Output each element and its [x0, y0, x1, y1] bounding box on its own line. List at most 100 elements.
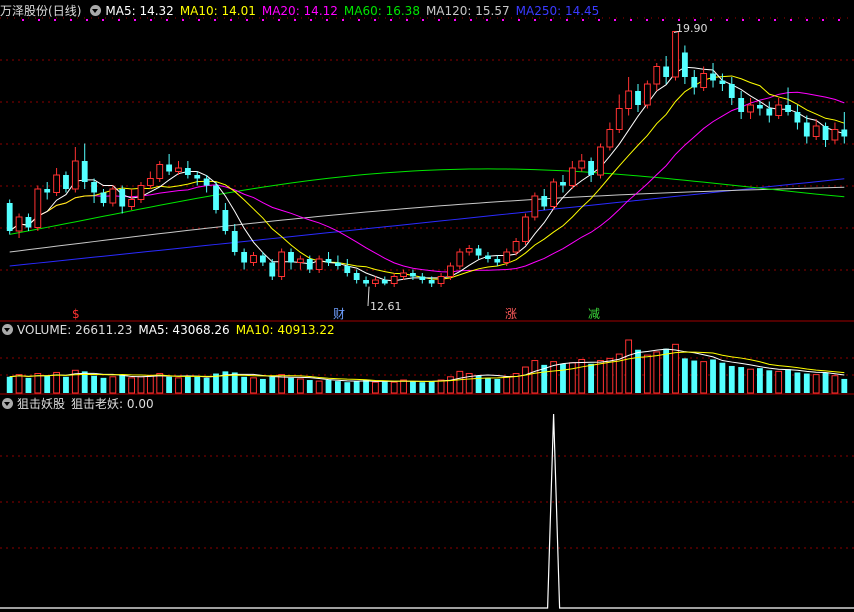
volume-bar: [766, 370, 773, 393]
volume-bar: [560, 363, 566, 393]
volume-bar: [606, 357, 614, 394]
volume-bar: [410, 381, 416, 393]
candle-body: [710, 73, 716, 81]
candlesticks: [6, 31, 848, 287]
volume-bar: [15, 374, 23, 394]
volume-bar: [597, 360, 604, 394]
candle-body: [278, 251, 286, 277]
volume-bar: [353, 381, 360, 393]
candle-body: [812, 125, 820, 137]
candle-body: [672, 31, 679, 78]
signal-dot: [54, 19, 56, 21]
candle-body: [597, 146, 604, 176]
signal-dot: [278, 19, 280, 21]
ma20-line: [9, 91, 845, 273]
candle-body: [344, 266, 351, 273]
volume-bar: [63, 376, 69, 393]
signal-dot: [70, 19, 72, 21]
volume-bar: [241, 376, 248, 393]
candle-body: [71, 160, 79, 190]
candle-body: [822, 126, 829, 140]
candle-body: [390, 276, 398, 284]
candle-body: [766, 108, 773, 116]
volume-bar: [100, 377, 107, 393]
volume-bar: [315, 380, 323, 394]
candle-body: [259, 255, 266, 263]
candle-body: [541, 196, 548, 207]
stock-chart[interactable]: 19.90 12.61 $ 财 涨 减: [0, 0, 854, 612]
candle-body: [428, 280, 435, 284]
volume-bar: [306, 380, 313, 393]
candle-body: [81, 161, 88, 182]
candle-body: [615, 108, 623, 130]
volume-bar: [531, 360, 539, 394]
candle-body: [222, 210, 229, 231]
signal-dot: [22, 19, 24, 21]
candle-body: [381, 280, 388, 284]
signal-dot: [214, 19, 216, 21]
volume-bar: [344, 382, 351, 393]
volume-bar: [625, 339, 633, 394]
candle-body: [231, 231, 238, 252]
volume-bar: [681, 358, 688, 393]
volume-bar: [691, 360, 698, 393]
candle-body: [550, 181, 558, 207]
volume-bar: [485, 377, 491, 393]
signal-dot: [38, 19, 40, 21]
candle-body: [419, 276, 426, 280]
candle-body: [335, 262, 341, 266]
candle-body: [166, 164, 173, 172]
volume-bar: [653, 351, 661, 394]
signal-dot: [262, 19, 264, 21]
volume-bar: [757, 368, 763, 393]
candle-body: [606, 129, 614, 148]
candle-body: [296, 258, 304, 263]
candle-body: [494, 259, 501, 263]
candle-body: [137, 185, 145, 200]
candle-body: [203, 178, 210, 186]
signal-dot: [246, 19, 248, 21]
signal-dot: [534, 19, 536, 21]
signal-dot: [342, 19, 344, 21]
marker-cai: 财: [333, 307, 345, 321]
volume-bar: [456, 370, 464, 394]
volume-bar: [390, 381, 398, 394]
volume-bar: [288, 377, 294, 393]
signal-dot: [390, 19, 392, 21]
signal-dot: [662, 19, 664, 21]
signal-dot: [582, 19, 584, 21]
signal-dot: [118, 19, 120, 21]
high-price-label: 19.90: [676, 22, 708, 35]
volume-bar: [296, 378, 304, 394]
candle-body: [44, 189, 51, 193]
signal-dot: [774, 19, 776, 21]
candle-body: [146, 178, 154, 186]
signal-dot: [758, 19, 760, 21]
ma250-line: [9, 178, 845, 267]
signal-dot: [198, 19, 200, 21]
signal-dot: [454, 19, 456, 21]
candle-body: [512, 241, 520, 253]
signal-dot: [742, 19, 744, 21]
ma10-line: [9, 75, 845, 280]
candle-body: [794, 112, 801, 123]
volume-bar: [794, 372, 801, 393]
moving-average-lines: [9, 66, 845, 282]
candle-body: [485, 255, 491, 259]
candle-body: [213, 185, 219, 210]
grid-lines: [0, 17, 854, 549]
volume-bar: [710, 359, 716, 393]
candle-body: [437, 276, 445, 284]
candle-body: [785, 105, 791, 112]
candle-body: [681, 52, 688, 77]
volume-bar: [747, 368, 754, 394]
volume-bar: [831, 375, 839, 394]
candle-body: [15, 216, 23, 232]
signal-dot: [102, 19, 104, 21]
signal-dot: [710, 19, 712, 21]
volume-bar: [775, 370, 783, 394]
candle-body: [250, 255, 257, 263]
signal-dot: [630, 19, 632, 21]
candle-body: [625, 90, 633, 109]
candle-body: [175, 167, 182, 172]
